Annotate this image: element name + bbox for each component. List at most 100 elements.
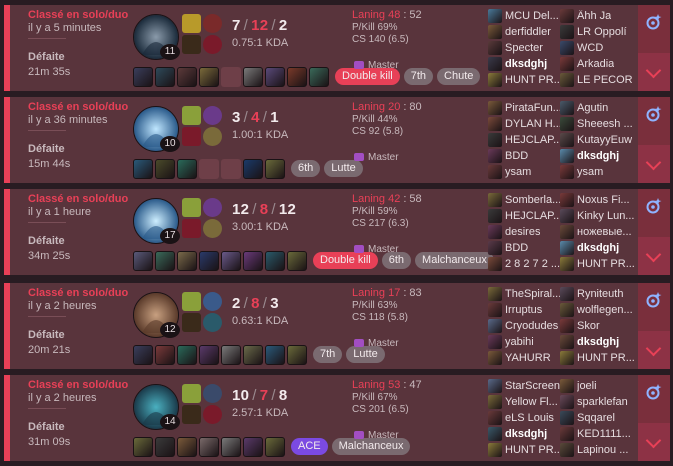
player-name[interactable]: 2 8 2 7 2 ... <box>505 258 560 270</box>
rune-icon[interactable] <box>203 384 222 403</box>
player-champion-icon[interactable] <box>560 241 574 255</box>
share-icon[interactable] <box>644 382 664 402</box>
summoner-spell-icon[interactable] <box>182 219 201 238</box>
player-champion-icon[interactable] <box>560 165 574 179</box>
summoner-spell-icon[interactable] <box>182 292 201 311</box>
item-icon[interactable] <box>177 67 197 87</box>
expand-button[interactable] <box>638 237 670 275</box>
item-icon[interactable] <box>177 251 197 271</box>
player-name[interactable]: Skor <box>577 320 600 332</box>
item-icon[interactable] <box>287 251 307 271</box>
player-name[interactable]: dksdghj <box>577 336 619 348</box>
player-row[interactable]: Arkadia <box>560 56 636 72</box>
item-icon[interactable] <box>221 437 241 457</box>
item-icon[interactable] <box>243 345 263 365</box>
item-icon[interactable] <box>199 67 219 87</box>
empty-item-slot[interactable] <box>221 67 241 87</box>
player-champion-icon[interactable] <box>560 209 574 223</box>
player-name[interactable]: desires <box>505 226 540 238</box>
player-row[interactable]: dksdghj <box>560 148 636 164</box>
item-icon[interactable] <box>177 345 197 365</box>
player-name[interactable]: BDD <box>505 150 528 162</box>
player-row[interactable]: ysam <box>488 164 564 180</box>
player-row[interactable]: derfiddler <box>488 24 564 40</box>
player-name[interactable]: dksdghj <box>577 242 619 254</box>
player-champion-icon[interactable] <box>488 133 502 147</box>
player-name[interactable]: HUNT PR... <box>577 258 635 270</box>
player-row[interactable]: Sheeesh ... <box>560 116 636 132</box>
player-champion-icon[interactable] <box>488 193 502 207</box>
rune-icon[interactable] <box>203 127 222 146</box>
player-name[interactable]: dksdghj <box>505 428 547 440</box>
item-icon[interactable] <box>243 437 263 457</box>
player-name[interactable]: TheSpiral... <box>505 288 561 300</box>
match-card[interactable]: Classé en solo/duo il y a 36 minutes Défai… <box>4 97 670 183</box>
summoner-spell-icon[interactable] <box>182 127 201 146</box>
player-name[interactable]: yabihi <box>505 336 534 348</box>
player-row[interactable]: LE PECOR <box>560 72 636 88</box>
player-row[interactable]: PirataFun... <box>488 100 564 116</box>
player-champion-icon[interactable] <box>560 335 574 349</box>
player-name[interactable]: ножевые... <box>577 226 632 238</box>
player-champion-icon[interactable] <box>488 257 502 271</box>
item-icon[interactable] <box>287 345 307 365</box>
player-champion-icon[interactable] <box>488 241 502 255</box>
player-row[interactable]: Ähh Ja <box>560 8 636 24</box>
item-icon[interactable] <box>133 159 153 179</box>
item-icon[interactable] <box>221 345 241 365</box>
item-icon[interactable] <box>243 251 263 271</box>
summoner-spell-icon[interactable] <box>182 35 201 54</box>
player-name[interactable]: Specter <box>505 42 543 54</box>
player-row[interactable]: wolflegen... <box>560 302 636 318</box>
player-champion-icon[interactable] <box>560 9 574 23</box>
player-champion-icon[interactable] <box>488 379 502 393</box>
player-name[interactable]: sparklefan <box>577 396 628 408</box>
player-row[interactable]: StarScreen <box>488 378 564 394</box>
player-row[interactable]: HUNT PR... <box>560 350 636 366</box>
player-champion-icon[interactable] <box>488 395 502 409</box>
player-row[interactable]: HUNT PR... <box>488 72 564 88</box>
player-name[interactable]: HEJCLAP... <box>505 210 562 222</box>
player-champion-icon[interactable] <box>560 351 574 365</box>
summoner-spell-icon[interactable] <box>182 405 201 424</box>
item-icon[interactable] <box>177 437 197 457</box>
player-champion-icon[interactable] <box>488 319 502 333</box>
item-icon[interactable] <box>155 437 175 457</box>
player-row[interactable]: Yellow Fl... <box>488 394 564 410</box>
empty-item-slot[interactable] <box>199 159 219 179</box>
player-champion-icon[interactable] <box>488 9 502 23</box>
rune-icon[interactable] <box>203 106 222 125</box>
share-icon[interactable] <box>644 196 664 216</box>
player-row[interactable]: dksdghj <box>560 334 636 350</box>
player-row[interactable]: Specter <box>488 40 564 56</box>
player-name[interactable]: Yellow Fl... <box>505 396 558 408</box>
player-name[interactable]: Kinky Lun... <box>577 210 634 222</box>
match-card[interactable]: Classé en solo/duo il y a 2 heures Défaite… <box>4 283 670 369</box>
player-champion-icon[interactable] <box>488 443 502 457</box>
summoner-spell-icon[interactable] <box>182 198 201 217</box>
rune-icon[interactable] <box>203 198 222 217</box>
player-row[interactable]: eLS Louis <box>488 410 564 426</box>
item-icon[interactable] <box>287 67 307 87</box>
player-row[interactable]: joeli <box>560 378 636 394</box>
player-row[interactable]: 2 8 2 7 2 ... <box>488 256 564 272</box>
player-champion-icon[interactable] <box>488 73 502 87</box>
item-icon[interactable] <box>243 67 263 87</box>
item-icon[interactable] <box>155 345 175 365</box>
player-row[interactable]: HEJCLAP... <box>488 208 564 224</box>
player-name[interactable]: dksdghj <box>505 58 547 70</box>
player-row[interactable]: HEJCLAP... <box>488 132 564 148</box>
player-row[interactable]: BDD <box>488 240 564 256</box>
player-row[interactable]: Noxus Fi... <box>560 192 636 208</box>
expand-button[interactable] <box>638 423 670 461</box>
player-name[interactable]: HUNT PR... <box>505 444 563 456</box>
player-champion-icon[interactable] <box>560 101 574 115</box>
player-name[interactable]: Cryodudes <box>505 320 558 332</box>
player-row[interactable]: desires <box>488 224 564 240</box>
player-champion-icon[interactable] <box>560 133 574 147</box>
rune-icon[interactable] <box>203 219 222 238</box>
item-icon[interactable] <box>265 67 285 87</box>
player-row[interactable]: MCU Del... <box>488 8 564 24</box>
player-name[interactable]: joeli <box>577 380 597 392</box>
player-champion-icon[interactable] <box>488 411 502 425</box>
